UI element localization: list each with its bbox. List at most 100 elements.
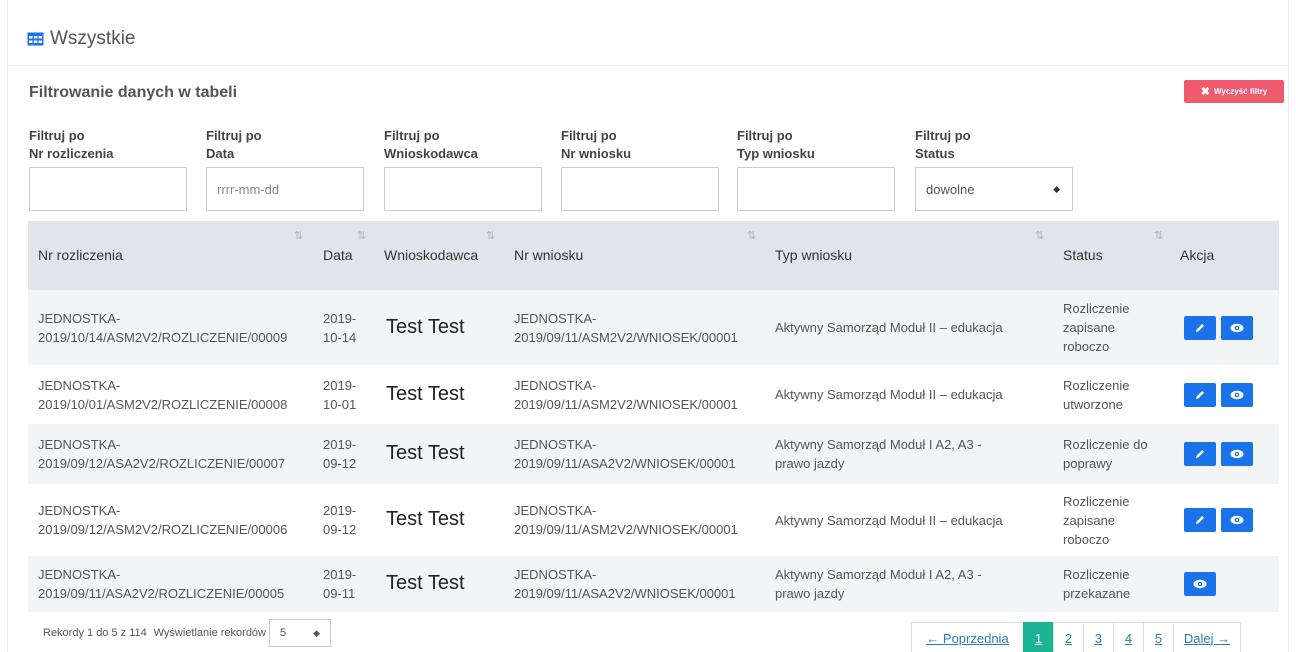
sort-icon[interactable]: ⇅ <box>1035 229 1044 242</box>
column-header: Status <box>1063 247 1103 263</box>
application-number: JEDNOSTKA- 2019/09/11/ASM2V2/WNIOSEK/0000… <box>514 376 738 414</box>
table-row: JEDNOSTKA- 2019/09/11/ASA2V2/ROZLICZENIE/… <box>28 556 1279 612</box>
status-filter-select[interactable]: dowolne ◆ <box>915 167 1073 211</box>
date-cell: 2019- 10-14 <box>323 309 356 347</box>
settlement-number: JEDNOSTKA- 2019/09/11/ASA2V2/ROZLICZENIE/… <box>38 565 284 603</box>
date-line2: 09-12 <box>323 522 357 537</box>
view-button[interactable] <box>1221 382 1253 407</box>
settlement-number-line2: 2019/09/12/ASA2V2/ROZLICZENIE/00007 <box>38 456 286 471</box>
status-line: Rozliczenie <box>1063 493 1130 509</box>
pencil-icon <box>1196 450 1204 458</box>
settlement-number: JEDNOSTKA- 2019/10/01/ASM2V2/ROZLICZENIE/… <box>38 376 287 414</box>
application-number: JEDNOSTKA- 2019/09/11/ASM2V2/WNIOSEK/0000… <box>514 501 738 539</box>
sort-icon[interactable]: ⇅ <box>357 229 366 242</box>
filter-input[interactable]: rrrr-mm-dd <box>206 167 364 211</box>
records-info: Rekordy 1 do 5 z 114 <box>43 627 147 639</box>
sort-icon[interactable]: ⇅ <box>1154 229 1163 242</box>
settlement-number-line1: JEDNOSTKA- <box>38 503 121 518</box>
application-type-line1: Aktywny Samorząd Moduł II – edukacja <box>775 387 1003 402</box>
view-button[interactable] <box>1221 508 1253 532</box>
status-line: roboczo <box>1063 339 1110 354</box>
edit-button[interactable] <box>1184 508 1216 532</box>
sort-icon[interactable]: ⇅ <box>294 229 303 242</box>
application-type: Aktywny Samorząd Moduł II – edukacja <box>775 511 1003 530</box>
close-icon: ✖ <box>1200 86 1210 98</box>
settlement-number-line1: JEDNOSTKA- <box>38 567 121 582</box>
filter-label: Filtruj po Typ wniosku <box>737 127 815 163</box>
application-number-line2: 2019/09/11/ASM2V2/WNIOSEK/00001 <box>514 329 738 345</box>
date-line2: 10-01 <box>323 396 357 412</box>
filter-input[interactable] <box>29 167 187 211</box>
filter-label-line2: Wnioskodawca <box>384 146 478 161</box>
edit-button[interactable] <box>1184 315 1216 340</box>
previous-page-button[interactable]: ← Poprzednia <box>911 622 1024 652</box>
application-type-line1: Aktywny Samorząd Moduł I A2, A3 - <box>775 567 982 582</box>
pencil-icon <box>1196 390 1204 399</box>
clear-filters-button[interactable]: ✖ Wyczyść filtry <box>1184 80 1284 103</box>
application-number-line2: 2019/09/11/ASA2V2/WNIOSEK/00001 <box>514 586 736 601</box>
sort-icon[interactable]: ⇅ <box>486 229 495 242</box>
application-number: JEDNOSTKA- 2019/09/11/ASM2V2/WNIOSEK/0000… <box>514 309 738 347</box>
page-3-button[interactable]: 3 <box>1083 622 1114 652</box>
filter-input[interactable] <box>737 167 895 211</box>
status-line: roboczo <box>1063 531 1110 547</box>
view-button[interactable] <box>1221 442 1253 466</box>
settlement-number-line2: 2019/09/11/ASA2V2/ROZLICZENIE/00005 <box>38 586 285 601</box>
filter-input[interactable] <box>384 167 542 211</box>
status-line: poprawy <box>1063 456 1113 471</box>
eye-icon <box>1230 515 1244 525</box>
date-line2: 10-14 <box>323 329 357 345</box>
filter-label-line2: Nr wniosku <box>561 146 632 161</box>
per-page-select[interactable]: 5 ◆ <box>269 619 331 647</box>
applicant-name: Test Test <box>386 315 465 338</box>
application-number-line1: JEDNOSTKA- <box>514 503 597 518</box>
view-button[interactable] <box>1221 315 1253 340</box>
date-line2: 09-11 <box>323 586 356 601</box>
page-2-button[interactable]: 2 <box>1053 622 1084 652</box>
clear-filters-label: Wyczyść filtry <box>1214 87 1268 96</box>
panel-header: Wszystkie <box>8 0 1288 66</box>
view-button[interactable] <box>1184 572 1216 596</box>
column-header: Akcja <box>1180 247 1215 263</box>
status-cell: Rozliczenie utworzone <box>1063 376 1129 414</box>
application-type-line2: prawo jazdy <box>775 586 845 601</box>
next-page-button[interactable]: Dalej → <box>1173 622 1241 652</box>
settlement-number: JEDNOSTKA- 2019/10/14/ASM2V2/ROZLICZENIE/… <box>38 309 287 347</box>
settlement-number: JEDNOSTKA- 2019/09/12/ASA2V2/ROZLICZENIE/… <box>38 435 285 473</box>
eye-icon <box>1193 579 1207 589</box>
page-4-button[interactable]: 4 <box>1113 622 1144 652</box>
column-header: Data <box>323 247 353 263</box>
settlement-number-line1: JEDNOSTKA- <box>38 377 121 393</box>
select-arrows-icon: ◆ <box>313 627 320 638</box>
table-row: JEDNOSTKA- 2019/09/12/ASM2V2/ROZLICZENIE/… <box>28 484 1279 556</box>
filter-placeholder: rrrr-mm-dd <box>217 181 280 197</box>
status-line: Rozliczenie <box>1063 377 1130 393</box>
filter-label: Filtruj po Data <box>206 127 262 163</box>
applicant-name: Test Test <box>386 572 465 594</box>
per-page-label: Wyświetlanie rekordów <box>153 627 266 639</box>
application-type: Aktywny Samorząd Moduł I A2, A3 - prawo j… <box>775 435 982 473</box>
settlement-number-line2: 2019/10/14/ASM2V2/ROZLICZENIE/00009 <box>38 329 288 345</box>
filter-input[interactable] <box>561 167 719 211</box>
status-cell: Rozliczenie przekazane <box>1063 565 1130 603</box>
settlement-number-line2: 2019/09/12/ASM2V2/ROZLICZENIE/00006 <box>38 522 288 537</box>
page-1-button[interactable]: 1 <box>1023 622 1054 652</box>
sort-icon[interactable]: ⇅ <box>747 229 756 242</box>
edit-button[interactable] <box>1184 442 1216 466</box>
status-line: zapisane <box>1063 512 1116 528</box>
date-cell: 2019- 09-12 <box>323 435 356 473</box>
date-line1: 2019- <box>323 377 357 393</box>
date-line1: 2019- <box>323 503 357 518</box>
column-header: Typ wniosku <box>775 247 853 263</box>
application-number-line1: JEDNOSTKA- <box>514 437 597 452</box>
status-line: przekazane <box>1063 586 1131 601</box>
date-line1: 2019- <box>323 567 357 582</box>
application-number-line1: JEDNOSTKA- <box>514 310 597 326</box>
application-type-line1: Aktywny Samorząd Moduł II – edukacja <box>775 320 1003 335</box>
applicant-name: Test Test <box>386 508 465 530</box>
filter-label: Filtruj po Status <box>915 127 971 163</box>
applicant-name: Test Test <box>386 382 465 405</box>
eye-icon <box>1230 390 1244 399</box>
page-5-button[interactable]: 5 <box>1143 622 1174 652</box>
edit-button[interactable] <box>1184 382 1216 407</box>
